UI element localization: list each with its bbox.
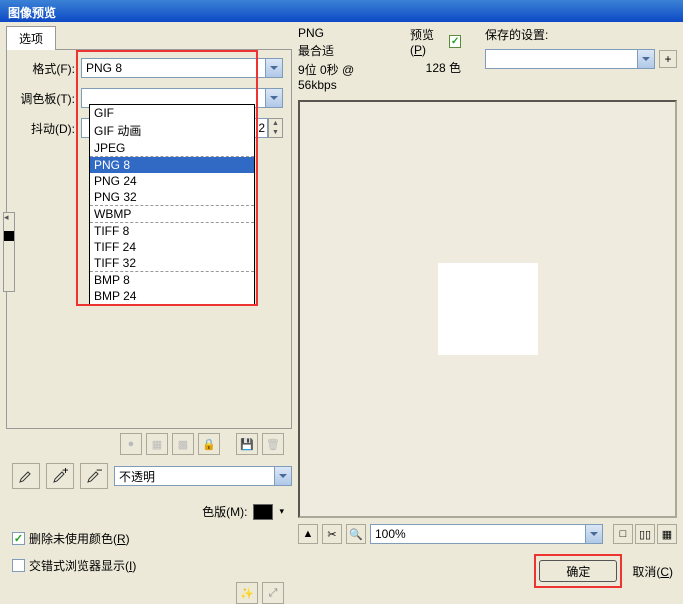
swatch-grid-icon[interactable]: ▦ xyxy=(146,433,168,455)
chevron-down-icon[interactable] xyxy=(637,50,654,68)
view-1up-icon[interactable]: □ xyxy=(613,524,633,544)
side-strip xyxy=(3,212,15,292)
option-gif-anim[interactable]: GIF 动画 xyxy=(90,121,254,140)
matte-swatch[interactable] xyxy=(253,504,273,520)
format-label: 格式(F): xyxy=(15,60,75,77)
highlight-box-2: 确定 xyxy=(534,554,622,588)
palette-toolbar: ● ▦ ▩ 🔒 💾 🗑 xyxy=(6,433,292,455)
expand-icon[interactable]: ⤢ xyxy=(262,582,284,604)
trash-icon[interactable]: 🗑 xyxy=(262,433,284,455)
delete-unused-label: 删除未使用颜色(R) xyxy=(29,530,130,547)
preview-area xyxy=(298,100,677,518)
options-panel: 格式(F): PNG 8 调色板(T): 抖动(D): xyxy=(6,49,292,429)
option-tiff8[interactable]: TIFF 8 xyxy=(90,223,254,239)
option-gif[interactable]: GIF xyxy=(90,105,254,121)
view-2up-icon[interactable]: ▯▯ xyxy=(635,524,655,544)
option-png8[interactable]: PNG 8 xyxy=(90,157,254,173)
add-preset-button[interactable]: + xyxy=(659,50,677,68)
menu-caret-icon[interactable]: ▾ xyxy=(279,506,284,517)
matte-label: 色版(M): xyxy=(202,503,247,520)
window-titlebar: 图像预览 xyxy=(0,0,683,22)
dither-label: 抖动(D): xyxy=(15,120,75,137)
saved-settings-combo[interactable] xyxy=(485,49,655,69)
option-png32[interactable]: PNG 32 xyxy=(90,189,254,205)
option-tiff32[interactable]: TIFF 32 xyxy=(90,255,254,271)
save-palette-icon[interactable]: 💾 xyxy=(236,433,258,455)
interlace-label: 交错式浏览器显示(I) xyxy=(29,557,136,574)
zoom-icon[interactable]: 🔍 xyxy=(346,524,366,544)
option-png24[interactable]: PNG 24 xyxy=(90,173,254,189)
window-title: 图像预览 xyxy=(8,6,56,20)
info-fit: 最合适 xyxy=(298,42,386,59)
info-size: 9位 0秒 @ 56kbps xyxy=(298,61,386,92)
preview-toolbar: ▲ ✂ 🔍 100% □ ▯▯ ▦ xyxy=(298,524,677,544)
option-wbmp[interactable]: WBMP xyxy=(90,206,254,222)
dither-spinner[interactable]: ▲▼ xyxy=(268,118,283,138)
zoom-combo[interactable]: 100% xyxy=(370,524,603,544)
chevron-down-icon[interactable] xyxy=(274,467,291,485)
interlace-checkbox[interactable] xyxy=(12,559,25,572)
chevron-down-icon[interactable] xyxy=(265,59,282,77)
eyedropper-icon[interactable] xyxy=(12,463,40,489)
format-combo[interactable]: PNG 8 xyxy=(81,58,283,78)
svg-text:−: − xyxy=(96,468,102,477)
tab-options[interactable]: 选项 xyxy=(6,26,56,50)
info-format: PNG xyxy=(298,26,386,40)
preview-label: 预览(P) xyxy=(410,26,445,57)
info-bar: PNG 最合适 9位 0秒 @ 56kbps 预览(P) 128 色 保存的设置… xyxy=(298,26,677,92)
view-4up-icon[interactable]: ▦ xyxy=(657,524,677,544)
format-dropdown: GIF GIF 动画 JPEG PNG 8 PNG 24 PNG 32 WBMP… xyxy=(89,104,255,305)
delete-unused-checkbox[interactable] xyxy=(12,532,25,545)
option-jpeg[interactable]: JPEG xyxy=(90,140,254,156)
preview-checkbox[interactable] xyxy=(449,35,461,48)
chevron-down-icon[interactable] xyxy=(585,525,602,543)
crop-icon[interactable]: ✂ xyxy=(322,524,342,544)
saved-settings-label: 保存的设置: xyxy=(485,26,677,43)
chevron-down-icon[interactable] xyxy=(265,89,282,107)
transparency-combo[interactable]: 不透明 xyxy=(114,466,292,486)
eyedropper-add-icon[interactable]: + xyxy=(46,463,74,489)
palette-label: 调色板(T): xyxy=(15,90,75,107)
option-tiff24[interactable]: TIFF 24 xyxy=(90,239,254,255)
info-colors: 128 色 xyxy=(410,59,461,76)
eyedropper-remove-icon[interactable]: − xyxy=(80,463,108,489)
wand-icon[interactable]: ✨ xyxy=(236,582,258,604)
swatch-checker-icon[interactable]: ▩ xyxy=(172,433,194,455)
cancel-button[interactable]: 取消(C) xyxy=(632,563,673,580)
option-bmp8[interactable]: BMP 8 xyxy=(90,272,254,288)
ok-button[interactable]: 确定 xyxy=(539,560,617,582)
pointer-icon[interactable]: ▲ xyxy=(298,524,318,544)
option-bmp24[interactable]: BMP 24 xyxy=(90,288,254,304)
svg-text:+: + xyxy=(62,468,68,477)
swatch-solid-icon[interactable]: ● xyxy=(120,433,142,455)
lock-icon[interactable]: 🔒 xyxy=(198,433,220,455)
preview-image xyxy=(438,263,538,355)
